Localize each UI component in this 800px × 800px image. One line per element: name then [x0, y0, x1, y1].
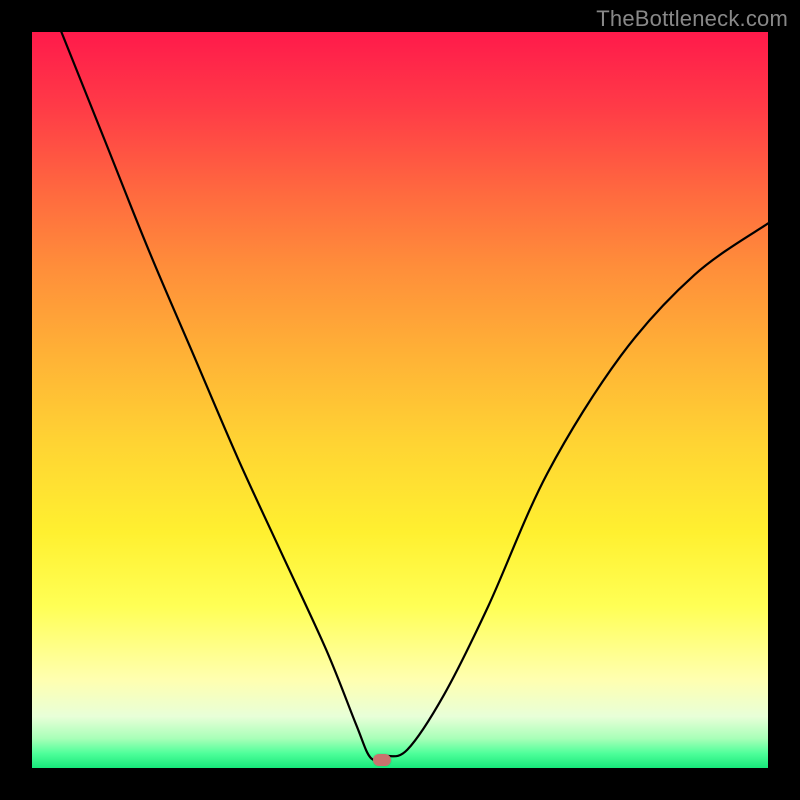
- plot-area: [32, 32, 768, 768]
- optimal-point-marker: [373, 754, 391, 766]
- bottleneck-curve: [32, 32, 768, 768]
- bottleneck-curve-path: [61, 32, 768, 760]
- watermark-text: TheBottleneck.com: [596, 6, 788, 32]
- chart-frame: TheBottleneck.com: [0, 0, 800, 800]
